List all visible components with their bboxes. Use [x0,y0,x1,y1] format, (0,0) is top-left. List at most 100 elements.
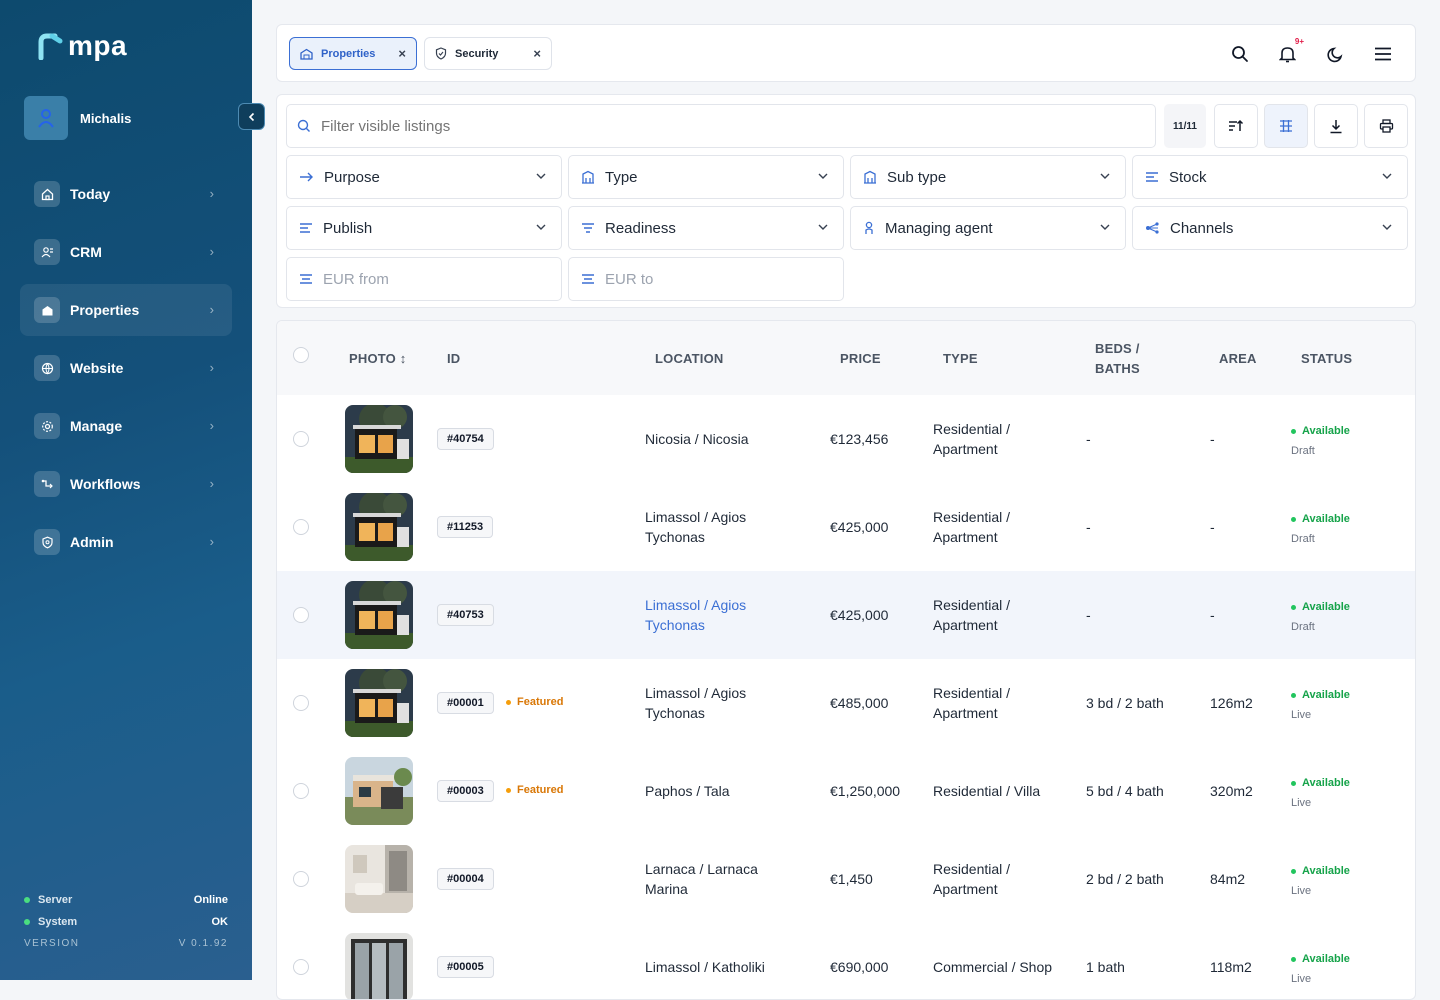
channels-select[interactable]: Channels [1132,206,1408,250]
table-row[interactable]: #00001 Featured Limassol / Agios Tychonas €4… [277,659,1415,747]
area: - [1210,607,1215,623]
publish-state: Live [1291,709,1312,721]
location-line1: Limassol / Agios [645,509,747,525]
managing-agent-select[interactable]: Managing agent [850,206,1126,250]
sidebar-item-properties[interactable]: Properties › [20,284,232,336]
row-checkbox[interactable] [293,431,309,447]
close-icon[interactable]: × [398,46,406,61]
property-photo[interactable] [345,757,413,825]
location-line2[interactable]: Tychonas [645,615,705,635]
sidebar-item-workflows[interactable]: Workflows › [20,458,232,510]
type-select[interactable]: Type [568,155,844,199]
print-button[interactable] [1364,104,1408,148]
table-row[interactable]: #00005 Limassol / Katholiki €690,000 Commer… [277,923,1415,999]
user-icon [38,109,54,128]
column-price[interactable]: PRICE [840,351,881,366]
property-id[interactable]: #40754 [437,428,494,450]
close-icon[interactable]: × [533,46,541,61]
table-row[interactable]: #11253 Limassol / Agios Tychonas €425,000 Re… [277,483,1415,571]
status-badge: Available [1291,777,1350,789]
sidebar-item-website[interactable]: Website › [20,342,232,394]
managing-agent-label: Managing agent [885,219,993,237]
column-status[interactable]: STATUS [1301,351,1352,366]
sort-button[interactable] [1214,104,1258,148]
sub-type-select[interactable]: Sub type [850,155,1126,199]
table-row[interactable]: #00004 Larnaca / Larnaca Marina €1,450 Resid… [277,835,1415,923]
listings-table: PHOTO ↕ ID LOCATION PRICE TYPE BEDS / BA… [276,320,1416,1000]
channels-label: Channels [1170,219,1234,237]
shield-icon [435,47,447,60]
property-photo[interactable] [345,493,413,561]
eur-to-field[interactable]: EUR to [568,257,844,301]
purpose-select[interactable]: Purpose [286,155,562,199]
menu-button[interactable] [1370,41,1396,67]
tab-security[interactable]: Security × [424,37,552,70]
search-input[interactable] [321,117,1121,135]
row-checkbox[interactable] [293,871,309,887]
column-type[interactable]: TYPE [943,351,978,366]
chevron-left-icon [248,112,254,121]
row-checkbox[interactable] [293,959,309,975]
beds-baths: - [1086,519,1091,535]
publish-state: Draft [1291,445,1315,457]
publish-select[interactable]: Publish [286,206,562,250]
property-photo[interactable] [345,845,413,913]
property-id[interactable]: #00003 [437,780,494,802]
search-field[interactable] [286,104,1156,148]
column-area[interactable]: AREA [1219,351,1257,366]
status-dot-icon [1291,868,1296,874]
column-location[interactable]: LOCATION [655,351,724,366]
search-icon [1232,46,1248,62]
chevron-right-icon: › [209,476,214,491]
property-id[interactable]: #11253 [437,516,494,538]
property-id[interactable]: #00005 [437,956,494,978]
status-label: Available [1302,689,1350,701]
home-icon [34,181,60,207]
property-photo[interactable] [345,581,413,649]
area: 118m2 [1210,959,1252,975]
collapse-sidebar-button[interactable] [238,103,265,130]
table-row[interactable]: #40754 Nicosia / Nicosia €123,456 Residenti… [277,395,1415,483]
columns-button[interactable] [1264,104,1308,148]
download-button[interactable] [1314,104,1358,148]
sidebar-item-admin[interactable]: Admin › [20,516,232,568]
property-id[interactable]: #00001 [437,692,494,714]
column-id[interactable]: ID [447,351,460,366]
eur-from-field[interactable]: EUR from [286,257,562,301]
property-photo[interactable] [345,933,413,999]
property-photo[interactable] [345,405,413,473]
area: - [1210,519,1215,535]
building-icon [864,170,876,184]
user-profile[interactable]: Michalis [24,96,131,140]
column-photo[interactable]: PHOTO ↕ [349,351,407,366]
app-logo[interactable]: mpa [38,30,127,62]
column-beds-line2[interactable]: BATHS [1095,361,1140,376]
row-checkbox[interactable] [293,695,309,711]
status-badge: Available [1291,513,1350,525]
theme-toggle-button[interactable] [1322,41,1348,67]
sidebar-item-manage[interactable]: Manage › [20,400,232,452]
tab-properties[interactable]: Properties × [289,37,417,70]
readiness-select[interactable]: Readiness [568,206,844,250]
column-beds-line1[interactable]: BEDS / [1095,341,1140,356]
hamburger-icon [1375,47,1391,61]
share-icon [1146,222,1159,234]
row-checkbox[interactable] [293,783,309,799]
publish-state: Draft [1291,621,1315,633]
table-row[interactable]: #00003 Featured Paphos / Tala €1,250,000 Res… [277,747,1415,835]
version-info: VERSION V 0.1.92 [24,938,228,949]
stock-select[interactable]: Stock [1132,155,1408,199]
row-checkbox[interactable] [293,607,309,623]
property-id[interactable]: #00004 [437,868,494,890]
location-line1[interactable]: Limassol / Agios [645,595,746,615]
sidebar-item-crm[interactable]: CRM › [20,226,232,278]
table-row[interactable]: #40753 Limassol / Agios Tychonas €425,000 Re… [277,571,1415,659]
notifications-button[interactable]: 9+ [1274,37,1304,67]
property-photo[interactable] [345,669,413,737]
row-checkbox[interactable] [293,519,309,535]
property-id[interactable]: #40753 [437,604,494,626]
person-icon [865,221,873,234]
search-button[interactable] [1227,41,1253,67]
select-all-checkbox[interactable] [293,347,309,363]
sidebar-item-today[interactable]: Today › [20,168,232,220]
